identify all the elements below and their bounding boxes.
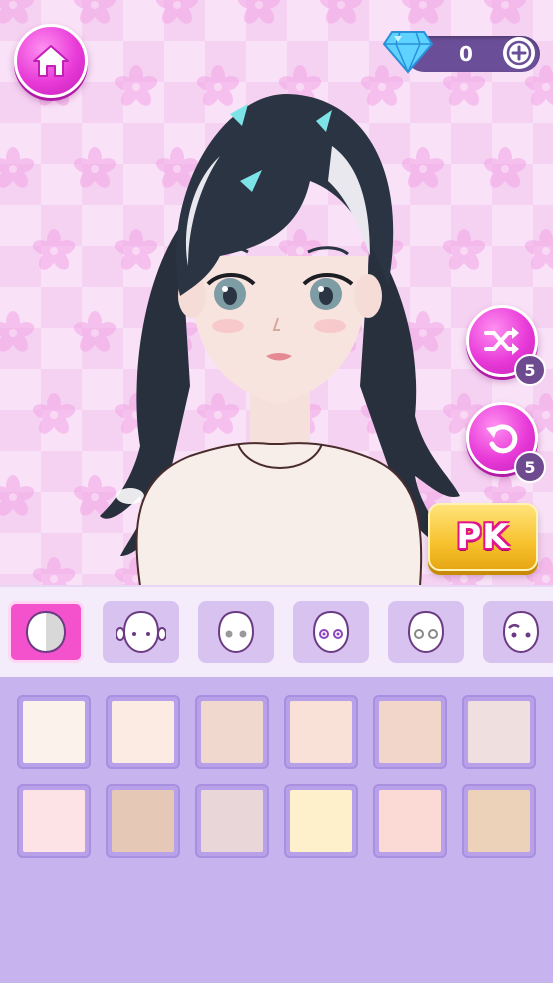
sakura-flower (0, 474, 36, 520)
skin-swatch[interactable] (284, 784, 358, 858)
swatch-color (290, 701, 352, 763)
sakura-flower (482, 146, 528, 192)
sakura-flower (0, 0, 36, 28)
undo-icon (486, 424, 518, 454)
tab-skin-tone[interactable] (8, 601, 84, 663)
face-purple-eyes-icon (312, 610, 350, 654)
category-tabs (0, 585, 553, 679)
swatch-color (468, 701, 530, 763)
skin-swatch[interactable] (17, 695, 91, 769)
skin-swatch[interactable] (106, 695, 180, 769)
face-outline-icon (116, 610, 166, 654)
swatch-color (201, 790, 263, 852)
home-button[interactable] (14, 24, 88, 98)
face-outline-eyes-icon (407, 610, 445, 654)
swatch-color (290, 790, 352, 852)
skin-swatch[interactable] (462, 695, 536, 769)
tab-brows[interactable] (483, 601, 553, 663)
undo-count-badge: 5 (514, 451, 546, 483)
gem-count: 0 (459, 42, 473, 66)
sakura-flower (0, 146, 36, 192)
swatch-color (23, 701, 85, 763)
sakura-flower (154, 0, 200, 28)
swatch-color (112, 701, 174, 763)
sakura-flower (523, 228, 553, 274)
face-brows-icon (502, 610, 540, 654)
shuffle-count-badge: 5 (514, 354, 546, 386)
sakura-flower (0, 310, 36, 356)
tab-face-shape[interactable] (103, 601, 179, 663)
skin-color-panel (0, 677, 553, 983)
sakura-flower (400, 0, 446, 28)
sakura-flower (72, 0, 118, 28)
tab-eyes-2[interactable] (388, 601, 464, 663)
skin-swatch[interactable] (373, 784, 447, 858)
swatch-color (23, 790, 85, 852)
swatch-color (379, 701, 441, 763)
face-gray-eyes-icon (217, 610, 255, 654)
tab-eyes[interactable] (293, 601, 369, 663)
skin-tone-icon (25, 610, 67, 654)
swatch-color (201, 701, 263, 763)
add-gems-button[interactable] (503, 37, 535, 69)
swatch-color (112, 790, 174, 852)
swatch-color (468, 790, 530, 852)
shuffle-icon (484, 327, 519, 355)
pk-label: PK (456, 517, 510, 557)
skin-swatch[interactable] (462, 784, 536, 858)
skin-swatch[interactable] (284, 695, 358, 769)
sakura-flower (236, 0, 282, 28)
skin-swatch[interactable] (195, 784, 269, 858)
sakura-flower (318, 0, 364, 28)
plus-icon (506, 40, 532, 66)
swatch-color (379, 790, 441, 852)
skin-swatch[interactable] (195, 695, 269, 769)
pk-button[interactable]: PK (428, 503, 538, 571)
skin-swatch[interactable] (17, 784, 91, 858)
diamond-icon (382, 31, 434, 74)
skin-swatch[interactable] (373, 695, 447, 769)
sakura-flower (482, 0, 528, 28)
character-stage: 0 5 5 PK (0, 0, 553, 585)
tab-face-type-2[interactable] (198, 601, 274, 663)
character-avatar (100, 94, 460, 585)
home-icon (33, 45, 69, 77)
skin-swatch[interactable] (106, 784, 180, 858)
